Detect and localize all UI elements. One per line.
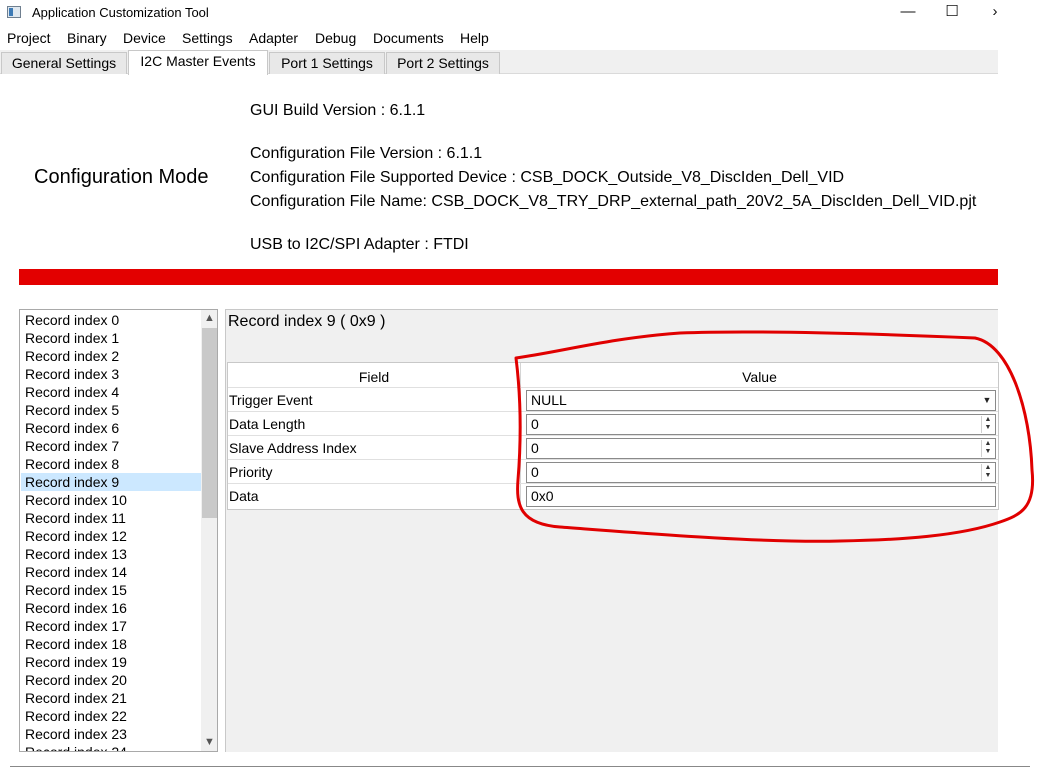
menu-settings[interactable]: Settings	[182, 28, 233, 48]
list-item[interactable]: Record index 7	[21, 437, 201, 455]
list-item[interactable]: Record index 12	[21, 527, 201, 545]
tab-bar: General Settings I2C Master Events Port …	[0, 50, 998, 75]
value-column-header: Value	[521, 365, 998, 389]
grid-row-data-length: Data Length 0 ▲ ▼	[228, 411, 998, 435]
list-item[interactable]: Record index 6	[21, 419, 201, 437]
list-item[interactable]: Record index 10	[21, 491, 201, 509]
window-title: Application Customization Tool	[32, 5, 209, 20]
adapter-info: USB to I2C/SPI Adapter : FTDI	[250, 236, 469, 253]
list-item[interactable]: Record index 14	[21, 563, 201, 581]
menu-help[interactable]: Help	[460, 28, 489, 48]
list-item[interactable]: Record index 24	[21, 743, 201, 751]
scroll-up-icon[interactable]: ▲	[201, 310, 217, 327]
list-item[interactable]: Record index 23	[21, 725, 201, 743]
list-item[interactable]: Record index 20	[21, 671, 201, 689]
tab-port2-settings[interactable]: Port 2 Settings	[386, 52, 500, 74]
list-item[interactable]: Record index 4	[21, 383, 201, 401]
scroll-thumb[interactable]	[202, 328, 217, 518]
field-label: Trigger Event	[229, 392, 313, 408]
record-list[interactable]: Record index 0 Record index 1 Record ind…	[19, 309, 218, 752]
priority-spinbox[interactable]: 0 ▲ ▼	[526, 462, 996, 483]
field-label: Slave Address Index	[229, 440, 357, 456]
menu-device[interactable]: Device	[123, 28, 166, 48]
menu-documents[interactable]: Documents	[373, 28, 444, 48]
field-column-header: Field	[228, 365, 520, 389]
list-item[interactable]: Record index 13	[21, 545, 201, 563]
list-item[interactable]: Record index 15	[21, 581, 201, 599]
property-grid: Field Value Trigger Event NULL ▼ Data Le…	[227, 362, 999, 510]
list-item[interactable]: Record index 3	[21, 365, 201, 383]
menu-debug[interactable]: Debug	[315, 28, 356, 48]
arrow-up-icon[interactable]: ▲	[982, 416, 994, 424]
grid-row-slave-address-index: Slave Address Index 0 ▲ ▼	[228, 435, 998, 459]
grid-row-trigger-event: Trigger Event NULL ▼	[228, 387, 998, 411]
arrow-down-icon[interactable]: ▼	[982, 448, 994, 456]
slave-address-index-spinbox[interactable]: 0 ▲ ▼	[526, 438, 996, 459]
tab-general-settings[interactable]: General Settings	[1, 52, 127, 74]
field-label: Data	[229, 488, 259, 504]
menu-project[interactable]: Project	[7, 28, 51, 48]
list-item[interactable]: Record index 18	[21, 635, 201, 653]
app-icon	[7, 6, 21, 18]
list-item[interactable]: Record index 16	[21, 599, 201, 617]
menu-binary[interactable]: Binary	[67, 28, 107, 48]
grid-row-priority: Priority 0 ▲ ▼	[228, 459, 998, 483]
list-item[interactable]: Record index 8	[21, 455, 201, 473]
spinner-buttons[interactable]: ▲ ▼	[981, 416, 994, 433]
data-length-spinbox[interactable]: 0 ▲ ▼	[526, 414, 996, 435]
chevron-down-icon[interactable]: ▼	[981, 394, 993, 407]
field-label: Data Length	[229, 416, 306, 432]
data-value: 0x0	[531, 488, 554, 504]
list-item[interactable]: Record index 21	[21, 689, 201, 707]
list-item[interactable]: Record index 22	[21, 707, 201, 725]
list-item[interactable]: Record index 11	[21, 509, 201, 527]
list-item[interactable]: Record index 1	[21, 329, 201, 347]
arrow-up-icon[interactable]: ▲	[982, 440, 994, 448]
list-item[interactable]: Record index 17	[21, 617, 201, 635]
maximize-button[interactable]: ☐	[937, 2, 967, 24]
scroll-down-icon[interactable]: ▼	[201, 734, 217, 751]
arrow-up-icon[interactable]: ▲	[982, 464, 994, 472]
list-item-selected[interactable]: Record index 9	[21, 473, 201, 491]
config-supported-device: Configuration File Supported Device : CS…	[250, 169, 845, 186]
data-length-value: 0	[531, 416, 539, 432]
list-item[interactable]: Record index 2	[21, 347, 201, 365]
bottom-divider	[10, 766, 1030, 767]
record-detail-title: Record index 9 ( 0x9 )	[228, 313, 386, 330]
tab-port1-settings[interactable]: Port 1 Settings	[269, 52, 385, 74]
config-file-name: Configuration File Name: CSB_DOCK_V8_TRY…	[250, 193, 977, 210]
trigger-event-dropdown[interactable]: NULL ▼	[526, 390, 996, 411]
field-label: Priority	[229, 464, 273, 480]
gui-build-version: GUI Build Version : 6.1.1	[250, 102, 426, 119]
arrow-down-icon[interactable]: ▼	[982, 424, 994, 432]
status-bar	[19, 269, 998, 285]
arrow-down-icon[interactable]: ▼	[982, 472, 994, 480]
record-detail-panel: Record index 9 ( 0x9 ) Field Value Trigg…	[225, 309, 999, 752]
record-list-scrollbar[interactable]: ▲ ▼	[201, 310, 217, 751]
spinner-buttons[interactable]: ▲ ▼	[981, 464, 994, 481]
title-bar: Application Customization Tool — ☐ ›	[0, 0, 1040, 26]
menu-adapter[interactable]: Adapter	[249, 28, 298, 48]
close-button[interactable]: ›	[980, 2, 1010, 24]
spinner-buttons[interactable]: ▲ ▼	[981, 440, 994, 457]
minimize-button[interactable]: —	[893, 2, 923, 24]
list-item[interactable]: Record index 5	[21, 401, 201, 419]
list-item[interactable]: Record index 0	[21, 311, 201, 329]
trigger-event-value: NULL	[531, 392, 567, 408]
data-text-field[interactable]: 0x0	[526, 486, 996, 507]
list-item[interactable]: Record index 19	[21, 653, 201, 671]
grid-row-data: Data 0x0	[228, 483, 998, 507]
slave-address-index-value: 0	[531, 440, 539, 456]
configuration-mode-label: Configuration Mode	[34, 166, 209, 188]
priority-value: 0	[531, 464, 539, 480]
config-file-version: Configuration File Version : 6.1.1	[250, 145, 483, 162]
tab-i2c-master-events[interactable]: I2C Master Events	[128, 50, 268, 75]
